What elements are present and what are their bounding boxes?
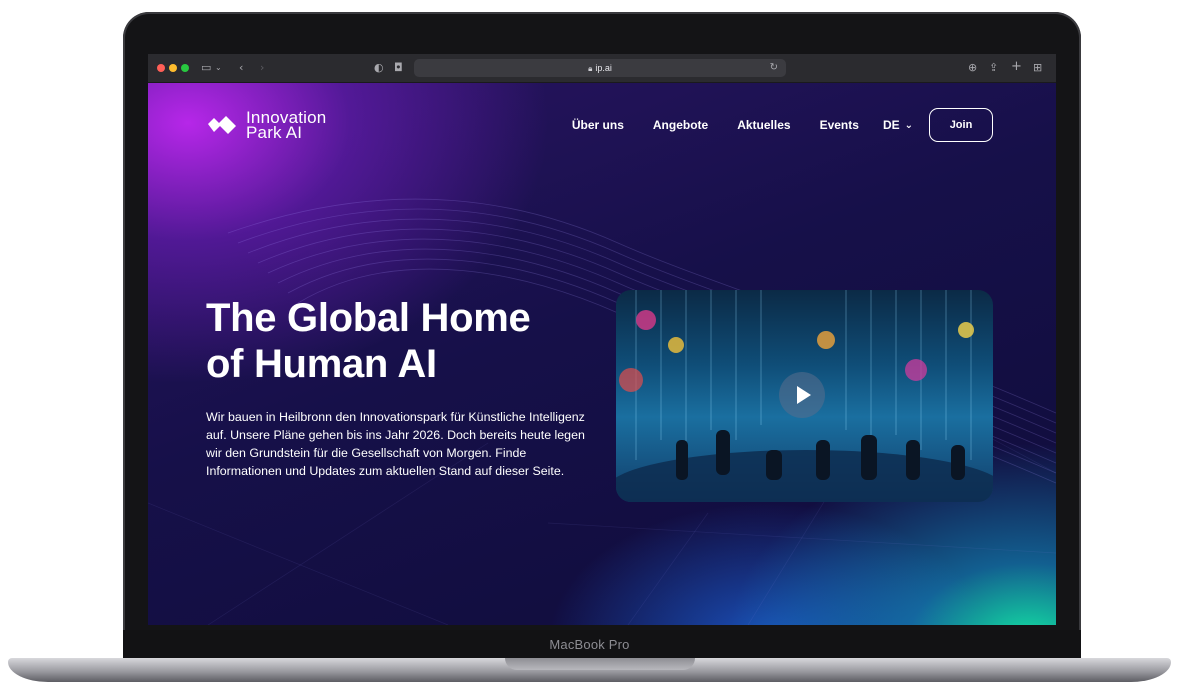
reload-icon[interactable]: ↻ bbox=[770, 59, 778, 77]
share-icon[interactable]: ⇪ bbox=[989, 60, 998, 76]
language-label: DE bbox=[882, 118, 900, 132]
laptop-screen: ▭ ⌄ ‹ › ◐ ◘ 🔒︎ ip.ai ↻ ⊕ ⇪ + ⊞ Innovatio… bbox=[148, 54, 1056, 625]
hero-video[interactable] bbox=[616, 290, 993, 502]
privacy-shield-icon[interactable]: ◐ bbox=[374, 60, 384, 76]
sidebar-menu-chevron-icon[interactable]: ⌄ bbox=[215, 60, 222, 76]
hero-description: Wir bauen in Heilbronn den Innovationspa… bbox=[206, 410, 585, 478]
chevron-down-icon: ⌄ bbox=[904, 119, 913, 131]
logo-text: Innovation Park AI bbox=[246, 109, 356, 142]
hero-title-line-1: The Global Home bbox=[206, 296, 531, 340]
site-logo[interactable]: Innovation Park AI bbox=[206, 109, 356, 142]
forward-icon[interactable]: › bbox=[260, 60, 264, 76]
back-icon[interactable]: ‹ bbox=[239, 60, 243, 76]
logo-line-2: Park AI bbox=[246, 123, 303, 142]
nav-item-angebote[interactable]: Angebote bbox=[653, 108, 708, 142]
join-button[interactable]: Join bbox=[929, 108, 993, 142]
nav-item-events[interactable]: Events bbox=[820, 108, 859, 142]
lock-icon: 🔒︎ bbox=[588, 64, 593, 73]
laptop-model-label: MacBook Pro bbox=[549, 637, 630, 652]
close-window-button[interactable] bbox=[157, 64, 165, 72]
address-bar[interactable]: 🔒︎ ip.ai ↻ bbox=[414, 59, 786, 77]
browser-toolbar: ▭ ⌄ ‹ › ◐ ◘ 🔒︎ ip.ai ↻ ⊕ ⇪ + ⊞ bbox=[148, 54, 1056, 83]
zoom-window-button[interactable] bbox=[181, 64, 189, 72]
nav-item-ueber-uns[interactable]: Über uns bbox=[572, 108, 624, 142]
download-icon[interactable]: ⊕ bbox=[968, 60, 977, 76]
main-navigation: Über uns Angebote Aktuelles Events DE ⌄ … bbox=[543, 108, 993, 142]
play-icon bbox=[797, 386, 811, 404]
sidebar-icon[interactable]: ▭ bbox=[201, 60, 211, 76]
hero-title-line-2: of Human AI bbox=[206, 342, 437, 386]
minimize-window-button[interactable] bbox=[169, 64, 177, 72]
web-page: Innovation Park AI Über uns Angebote Akt… bbox=[148, 83, 1056, 625]
new-tab-icon[interactable]: + bbox=[1011, 59, 1022, 75]
laptop-base-notch bbox=[505, 658, 695, 670]
play-button[interactable] bbox=[779, 372, 825, 418]
address-url: ip.ai bbox=[595, 63, 612, 73]
language-selector[interactable]: DE ⌄ bbox=[883, 118, 913, 132]
hero-title: The Global Home of Human AI bbox=[206, 295, 626, 387]
logo-mark-icon bbox=[208, 116, 236, 134]
tab-overview-icon[interactable]: ⊞ bbox=[1033, 60, 1042, 76]
extension-icon[interactable]: ◘ bbox=[394, 60, 403, 76]
nav-item-aktuelles[interactable]: Aktuelles bbox=[737, 108, 790, 142]
